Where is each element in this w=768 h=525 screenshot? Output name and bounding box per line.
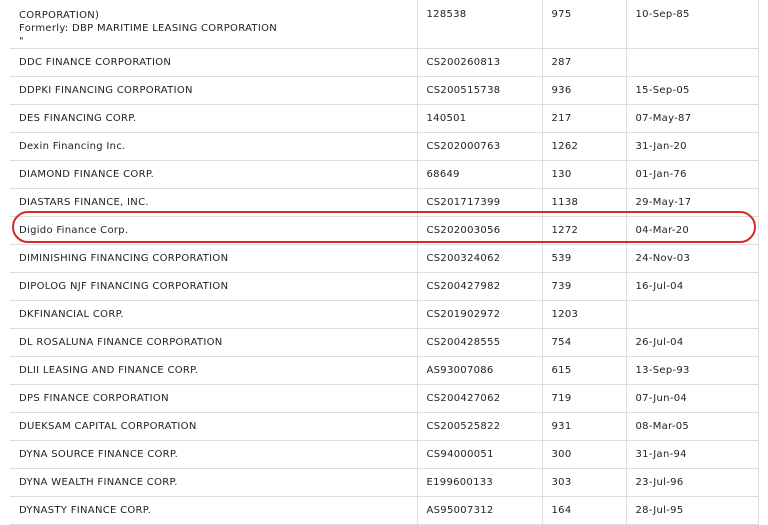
table-row: DDC FINANCE CORPORATION CS200260813 287 — [10, 48, 759, 77]
finance-company-table: CORPORATION) Formerly: DBP MARITIME LEAS… — [10, 0, 759, 525]
company-name-line: CORPORATION) — [19, 10, 100, 21]
company-name-cell: DPS FINANCE CORPORATION — [10, 384, 418, 413]
table-row: DUEKSAM CAPITAL CORPORATION CS200525822 … — [10, 412, 759, 441]
company-name-cell: Digido Finance Corp. — [10, 216, 418, 245]
date-cell: 10-Sep-85 — [626, 0, 759, 49]
date-cell: 07-Jun-04 — [626, 384, 759, 413]
company-name-cell: DDPKI FINANCING CORPORATION — [10, 76, 418, 105]
registration-number-cell: CS200427062 — [417, 384, 543, 413]
company-name-cell: Dexin Financing Inc. — [10, 132, 418, 161]
table-row: DL ROSALUNA FINANCE CORPORATION CS200428… — [10, 328, 759, 357]
table-row: DES FINANCING CORP. 140501 217 07-May-87 — [10, 104, 759, 133]
date-cell: 23-Jul-96 — [626, 468, 759, 497]
date-cell: 13-Sep-93 — [626, 356, 759, 385]
registration-number-cell: CS202003056 — [417, 216, 543, 245]
license-number-cell: 931 — [542, 412, 627, 441]
date-cell: 01-Jan-76 — [626, 160, 759, 189]
license-number-cell: 300 — [542, 440, 627, 469]
company-name-cell: CORPORATION) Formerly: DBP MARITIME LEAS… — [10, 0, 418, 49]
company-name-cell: DIAMOND FINANCE CORP. — [10, 160, 418, 189]
company-name-cell: DDC FINANCE CORPORATION — [10, 48, 418, 77]
table-row: DPS FINANCE CORPORATION CS200427062 719 … — [10, 384, 759, 413]
registration-number-cell: CS200515738 — [417, 76, 543, 105]
date-cell: 26-Jul-04 — [626, 328, 759, 357]
license-number-cell: 1203 — [542, 300, 627, 329]
table-row: DIPOLOG NJF FINANCING CORPORATION CS2004… — [10, 272, 759, 301]
license-number-cell: 1138 — [542, 188, 627, 217]
license-number-cell: 164 — [542, 496, 627, 525]
company-name-cell: DIASTARS FINANCE, INC. — [10, 188, 418, 217]
table-row: DYNA WEALTH FINANCE CORP. E199600133 303… — [10, 468, 759, 497]
table-row: DYNASTY FINANCE CORP. AS95007312 164 28-… — [10, 496, 759, 525]
registration-number-cell: AS95007312 — [417, 496, 543, 525]
license-number-cell: 539 — [542, 244, 627, 273]
date-cell: 28-Jul-95 — [626, 496, 759, 525]
table-row: DIMINISHING FINANCING CORPORATION CS2003… — [10, 244, 759, 273]
table-row: DLII LEASING AND FINANCE CORP. AS9300708… — [10, 356, 759, 385]
registration-number-cell: CS202000763 — [417, 132, 543, 161]
registration-number-cell: CS94000051 — [417, 440, 543, 469]
license-number-cell: 1272 — [542, 216, 627, 245]
license-number-cell: 303 — [542, 468, 627, 497]
license-number-cell: 975 — [542, 0, 627, 49]
registration-number-cell: AS93007086 — [417, 356, 543, 385]
table-row: DDPKI FINANCING CORPORATION CS200515738 … — [10, 76, 759, 105]
registration-number-cell: CS201902972 — [417, 300, 543, 329]
date-cell — [626, 48, 759, 77]
date-cell: 04-Mar-20 — [626, 216, 759, 245]
company-name-cell: DES FINANCING CORP. — [10, 104, 418, 133]
table-row: Dexin Financing Inc. CS202000763 1262 31… — [10, 132, 759, 161]
table-row: DIASTARS FINANCE, INC. CS201717399 1138 … — [10, 188, 759, 217]
registration-number-cell: CS201717399 — [417, 188, 543, 217]
license-number-cell: 287 — [542, 48, 627, 77]
license-number-cell: 936 — [542, 76, 627, 105]
registration-number-cell: 68649 — [417, 160, 543, 189]
table-row: DIAMOND FINANCE CORP. 68649 130 01-Jan-7… — [10, 160, 759, 189]
registration-number-cell: CS200260813 — [417, 48, 543, 77]
registration-number-cell: CS200525822 — [417, 412, 543, 441]
company-name-line: " — [19, 36, 24, 47]
registration-number-cell: E199600133 — [417, 468, 543, 497]
company-name-cell: DIPOLOG NJF FINANCING CORPORATION — [10, 272, 418, 301]
license-number-cell: 130 — [542, 160, 627, 189]
license-number-cell: 1262 — [542, 132, 627, 161]
registration-number-cell: CS200428555 — [417, 328, 543, 357]
date-cell: 16-Jul-04 — [626, 272, 759, 301]
company-name-cell: DYNASTY FINANCE CORP. — [10, 496, 418, 525]
company-name-cell: DYNA SOURCE FINANCE CORP. — [10, 440, 418, 469]
date-cell: 08-Mar-05 — [626, 412, 759, 441]
license-number-cell: 719 — [542, 384, 627, 413]
license-number-cell: 739 — [542, 272, 627, 301]
table-row: DKFINANCIAL CORP. CS201902972 1203 — [10, 300, 759, 329]
table-row: DYNA SOURCE FINANCE CORP. CS94000051 300… — [10, 440, 759, 469]
license-number-cell: 754 — [542, 328, 627, 357]
date-cell: 15-Sep-05 — [626, 76, 759, 105]
highlighted-table-row: Digido Finance Corp. CS202003056 1272 04… — [10, 216, 759, 245]
company-name-cell: DKFINANCIAL CORP. — [10, 300, 418, 329]
date-cell: 24-Nov-03 — [626, 244, 759, 273]
registration-number-cell: CS200427982 — [417, 272, 543, 301]
company-name-cell: DYNA WEALTH FINANCE CORP. — [10, 468, 418, 497]
company-name-cell: DIMINISHING FINANCING CORPORATION — [10, 244, 418, 273]
license-number-cell: 217 — [542, 104, 627, 133]
company-name-cell: DL ROSALUNA FINANCE CORPORATION — [10, 328, 418, 357]
company-name-cell: DUEKSAM CAPITAL CORPORATION — [10, 412, 418, 441]
registration-number-cell: CS200324062 — [417, 244, 543, 273]
company-name-line: Formerly: DBP MARITIME LEASING CORPORATI… — [19, 23, 278, 34]
date-cell — [626, 300, 759, 329]
table-row: CORPORATION) Formerly: DBP MARITIME LEAS… — [10, 0, 759, 49]
registration-number-cell: 128538 — [417, 0, 543, 49]
date-cell: 07-May-87 — [626, 104, 759, 133]
date-cell: 31-Jan-20 — [626, 132, 759, 161]
registration-number-cell: 140501 — [417, 104, 543, 133]
license-number-cell: 615 — [542, 356, 627, 385]
date-cell: 31-Jan-94 — [626, 440, 759, 469]
date-cell: 29-May-17 — [626, 188, 759, 217]
company-name-cell: DLII LEASING AND FINANCE CORP. — [10, 356, 418, 385]
